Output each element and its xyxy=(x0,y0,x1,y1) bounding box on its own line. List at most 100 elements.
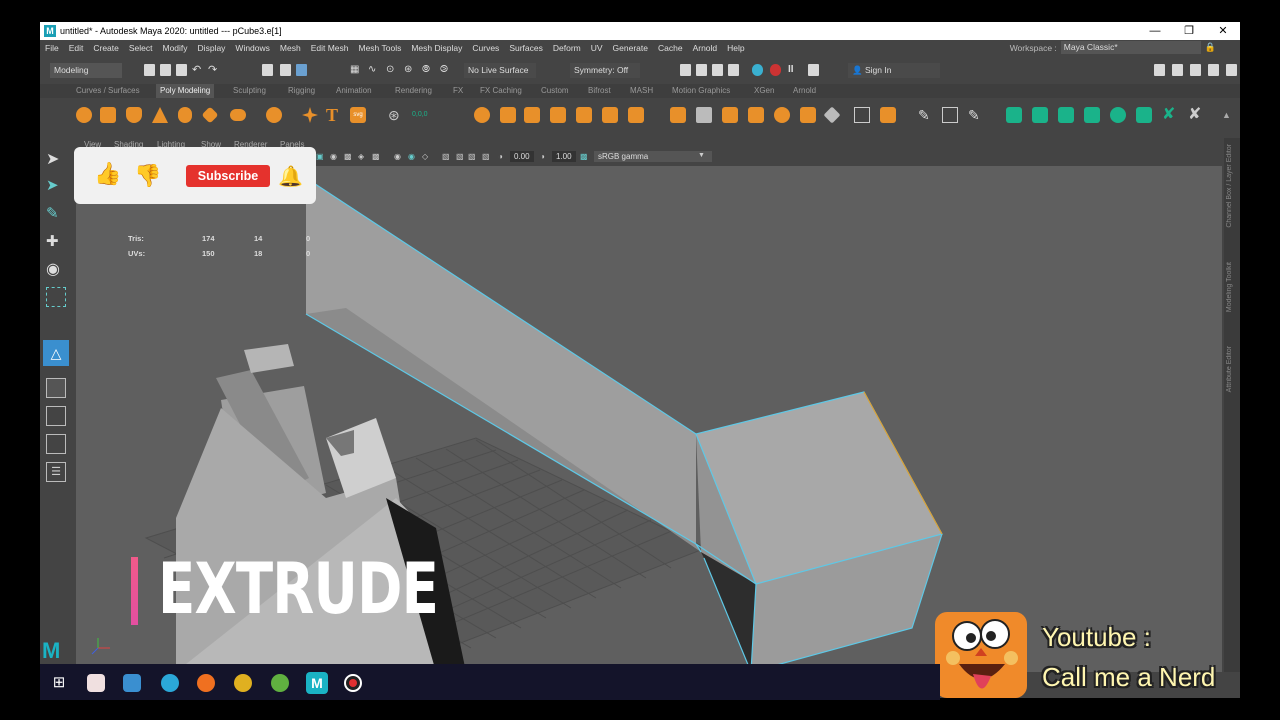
chrome-icon[interactable] xyxy=(234,674,252,692)
ipr-render-icon[interactable] xyxy=(712,64,723,76)
menu-generate[interactable]: Generate xyxy=(608,43,653,53)
menu-surfaces[interactable]: Surfaces xyxy=(504,43,548,53)
thumbs-down-icon[interactable]: 👎 xyxy=(134,163,161,189)
menu-deform[interactable]: Deform xyxy=(548,43,586,53)
field-chart-icon[interactable]: ▧ xyxy=(468,152,476,161)
channel-box-icon[interactable] xyxy=(1208,64,1219,76)
firefox-icon[interactable] xyxy=(197,674,215,692)
uv-cylindrical-icon[interactable] xyxy=(1032,107,1048,123)
select-object-icon[interactable] xyxy=(280,64,291,76)
poly-cylinder-icon[interactable] xyxy=(126,107,142,123)
menu-windows[interactable]: Windows xyxy=(230,43,274,53)
menu-curves[interactable]: Curves xyxy=(467,43,504,53)
lasso-tool-icon[interactable]: ➤ xyxy=(46,176,66,196)
mirror-icon[interactable]: ⊛ xyxy=(388,107,404,123)
menuset-dropdown[interactable]: Modeling xyxy=(50,63,122,78)
smooth-shade-icon[interactable]: ◉ xyxy=(330,152,337,161)
tool-settings-icon[interactable] xyxy=(1190,64,1201,76)
quad-draw-icon[interactable]: ✎ xyxy=(968,107,984,123)
menu-mesh-tools[interactable]: Mesh Tools xyxy=(354,43,407,53)
menu-edit-mesh[interactable]: Edit Mesh xyxy=(306,43,354,53)
outliner-icon[interactable]: ☰ xyxy=(46,462,66,482)
insert-edge-loop-icon[interactable]: ✎ xyxy=(918,107,934,123)
tab-arnold[interactable]: Arnold xyxy=(793,86,816,95)
tab-fx-caching[interactable]: FX Caching xyxy=(480,86,522,95)
single-view-icon[interactable] xyxy=(46,378,66,398)
minimize-button[interactable]: — xyxy=(1138,22,1172,40)
start-icon[interactable]: ⊞ xyxy=(50,674,68,692)
poly-sphere-icon[interactable] xyxy=(76,107,92,123)
tab-rendering[interactable]: Rendering xyxy=(395,86,432,95)
arnold-render-icon[interactable] xyxy=(770,64,781,76)
uv-spherical-icon[interactable] xyxy=(1058,107,1074,123)
lights-icon[interactable]: ◈ xyxy=(358,152,364,161)
tab-poly-modeling[interactable]: Poly Modeling xyxy=(156,84,215,98)
hypershade-icon[interactable] xyxy=(752,64,763,76)
uv-icon[interactable]: 0,0,0 xyxy=(412,107,428,123)
tab-motion-graphics[interactable]: Motion Graphics xyxy=(672,86,730,95)
render-sequence-icon[interactable] xyxy=(696,64,707,76)
move-tool-icon[interactable]: ✚ xyxy=(46,232,66,252)
lock-icon[interactable]: 🔒 xyxy=(1205,42,1216,53)
menu-help[interactable]: Help xyxy=(722,43,749,53)
modeling-toolkit-icon[interactable] xyxy=(1154,64,1165,76)
render-settings-icon[interactable] xyxy=(728,64,739,76)
workspace-dropdown[interactable]: Maya Classic* xyxy=(1060,41,1201,54)
menu-arnold[interactable]: Arnold xyxy=(688,43,723,53)
tab-modeling-toolkit[interactable]: Modeling Toolkit xyxy=(1226,262,1233,312)
rotate-tool-icon[interactable]: ◉ xyxy=(46,259,66,279)
uv-sew-icon[interactable]: ✘ xyxy=(1188,107,1204,123)
remesh-icon[interactable] xyxy=(602,107,618,123)
type-tool-icon[interactable]: T xyxy=(326,106,342,124)
snap-view-icon[interactable]: ⊛ xyxy=(404,64,415,76)
svg-tool-icon[interactable]: svg xyxy=(350,107,366,123)
layer-editor-icon[interactable] xyxy=(1226,64,1237,76)
menu-cache[interactable]: Cache xyxy=(653,43,688,53)
undo-icon[interactable]: ↶ xyxy=(192,64,203,76)
magnet-icon[interactable]: ⧁ xyxy=(440,64,451,76)
extrude-icon[interactable] xyxy=(670,107,686,123)
textured-icon[interactable]: ▩ xyxy=(344,152,352,161)
uv-cut-icon[interactable]: ✘ xyxy=(1162,107,1178,123)
maximize-button[interactable]: ❐ xyxy=(1172,22,1206,40)
uv-unfold-icon[interactable] xyxy=(1110,107,1126,123)
tab-channel-box[interactable]: Channel Box / Layer Editor xyxy=(1226,144,1233,228)
scale-tool-icon[interactable] xyxy=(46,287,66,307)
gate-mask-icon[interactable]: ▧ xyxy=(456,152,464,161)
snap-surface-icon[interactable]: ⦾ xyxy=(422,64,433,76)
subscribe-button[interactable]: Subscribe xyxy=(186,165,270,187)
live-surface-field[interactable]: No Live Surface xyxy=(464,63,536,78)
light-editor-icon[interactable] xyxy=(808,64,819,76)
select-component-icon[interactable] xyxy=(296,64,307,76)
multi-cut-icon[interactable] xyxy=(854,107,870,123)
gamma-field[interactable]: 1.00 xyxy=(552,151,576,162)
save-scene-icon[interactable] xyxy=(176,64,187,76)
gamma-icon[interactable]: ◑ xyxy=(540,152,545,161)
poly-disc-icon[interactable] xyxy=(230,109,246,121)
color-management-icon[interactable]: ▩ xyxy=(580,152,588,161)
app-icon-2[interactable] xyxy=(271,674,289,692)
edge-icon[interactable] xyxy=(161,674,179,692)
bridge-icon[interactable] xyxy=(696,107,712,123)
exposure-field[interactable]: 0.00 xyxy=(510,151,534,162)
separate-icon[interactable] xyxy=(500,107,516,123)
safe-action-icon[interactable]: ▧ xyxy=(482,152,490,161)
wireframe-icon[interactable]: ▣ xyxy=(316,152,324,161)
menu-uv[interactable]: UV xyxy=(586,43,608,53)
four-view-icon[interactable] xyxy=(46,406,66,426)
menu-display[interactable]: Display xyxy=(193,43,231,53)
append-polygon-icon[interactable] xyxy=(774,107,790,123)
combine-icon[interactable] xyxy=(474,107,490,123)
exposure-icon[interactable]: ◑ xyxy=(498,152,503,161)
snap-point-icon[interactable]: ⊙ xyxy=(386,64,397,76)
record-icon[interactable] xyxy=(344,674,362,692)
shelf-scroll-icon[interactable]: ▲ xyxy=(1222,107,1238,123)
maya-taskbar-icon[interactable]: M xyxy=(306,672,328,694)
two-view-icon[interactable] xyxy=(46,434,66,454)
tab-xgen[interactable]: XGen xyxy=(754,86,774,95)
uv-layout-icon[interactable] xyxy=(1136,107,1152,123)
menu-mesh[interactable]: Mesh xyxy=(275,43,306,53)
paint-select-icon[interactable]: ✎ xyxy=(46,204,66,224)
tab-attribute-editor[interactable]: Attribute Editor xyxy=(1226,346,1233,392)
menu-file[interactable]: File xyxy=(40,43,64,53)
